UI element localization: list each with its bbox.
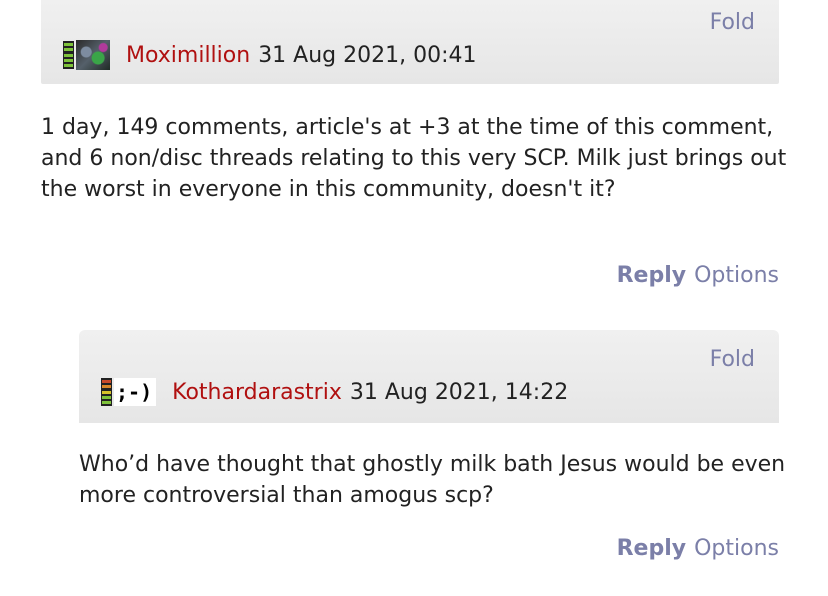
options-link[interactable]: Options [694,263,779,288]
reply-link[interactable]: Reply [617,263,687,288]
karma-meter-icon [101,378,112,406]
author-line: ;-) Kothardarastrix 31 Aug 2021, 14:22 [101,378,568,406]
options-link[interactable]: Options [694,536,779,561]
karma-meter-icon [63,41,74,69]
username-link[interactable]: Kothardarastrix [172,380,342,405]
comment-body: Who’d have thought that ghostly milk bat… [79,452,786,508]
fold-link[interactable]: Fold [710,347,755,372]
comment-timestamp: 31 Aug 2021, 00:41 [258,42,477,68]
user-avatar-icon[interactable]: ;-) [114,378,157,406]
fold-link[interactable]: Fold [710,10,755,35]
comment-body: 1 day, 149 comments, article's at +3 at … [41,115,787,202]
reply-link[interactable]: Reply [617,536,687,561]
comment-actions: Reply Options [617,263,779,288]
comment-thread: Fold Moximillion 31 Aug 2021, 00:41 1 da… [0,0,828,596]
user-avatar-icon[interactable] [76,40,110,70]
author-line: Moximillion 31 Aug 2021, 00:41 [63,40,477,70]
comment-actions: Reply Options [617,536,779,561]
comment-header: Fold Moximillion 31 Aug 2021, 00:41 [41,0,779,84]
comment-timestamp: 31 Aug 2021, 14:22 [349,379,569,405]
comment-header: Fold ;-) Kothardarastrix 31 Aug 2021, 14… [79,330,779,423]
username-link[interactable]: Moximillion [126,43,250,68]
